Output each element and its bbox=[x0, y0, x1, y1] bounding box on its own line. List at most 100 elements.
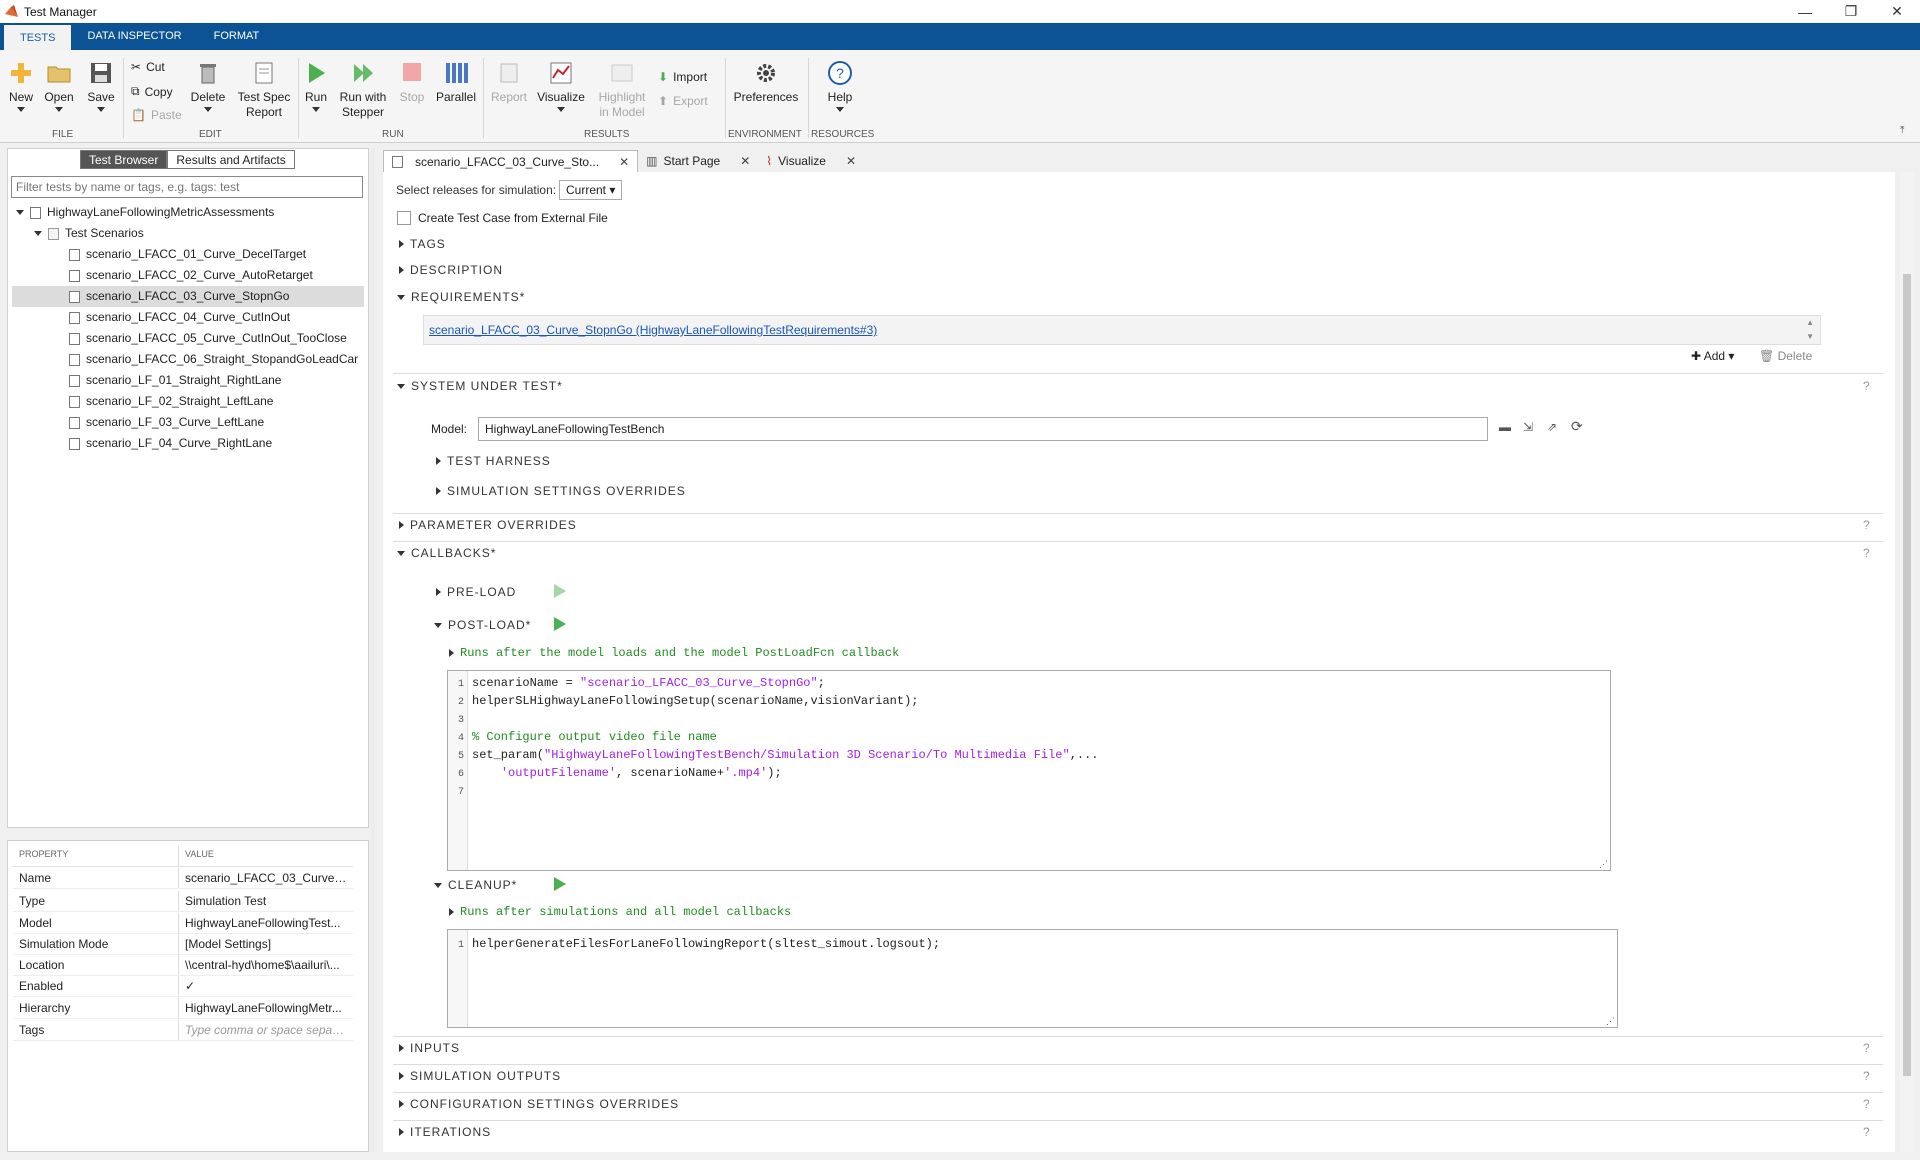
postload-code-editor[interactable]: 1 scenarioName = "scenario_LFACC_03_Curve… bbox=[447, 670, 1611, 871]
cleanup-hint[interactable]: Runs after simulations and all model cal… bbox=[449, 905, 791, 919]
release-select[interactable]: Current ▾ bbox=[559, 180, 623, 200]
editor-scrollbar[interactable] bbox=[1900, 172, 1914, 1152]
visualize-button[interactable]: Visualize bbox=[536, 60, 586, 112]
run-cleanup-icon[interactable] bbox=[554, 877, 566, 891]
stop-button[interactable]: Stop bbox=[395, 60, 429, 105]
section-sim-settings-overrides[interactable]: SIMULATION SETTINGS OVERRIDES bbox=[436, 484, 686, 498]
section-parameter-overrides[interactable]: PARAMETER OVERRIDES bbox=[399, 518, 577, 532]
section-pre-load[interactable]: PRE-LOAD bbox=[436, 585, 516, 599]
section-inputs[interactable]: INPUTS bbox=[399, 1041, 460, 1055]
help-icon[interactable]: ? bbox=[1863, 546, 1870, 560]
cleanup-code-editor[interactable]: 1 helperGenerateFilesForLaneFollowingRepo… bbox=[447, 929, 1618, 1028]
help-icon[interactable]: ? bbox=[1863, 1097, 1870, 1111]
save-button[interactable]: Save bbox=[86, 60, 116, 112]
add-requirement-button[interactable]: ✚ Add ▾ bbox=[1691, 349, 1734, 363]
doc-tab-test-case[interactable]: scenario_LFACC_03_Curve_Sto... ✕ bbox=[383, 150, 639, 172]
maximize-button[interactable]: ❐ bbox=[1828, 0, 1874, 23]
tab-test-browser[interactable]: Test Browser bbox=[80, 150, 168, 169]
tree-node-test-case-selected[interactable]: scenario_LFACC_03_Curve_StopnGo bbox=[12, 286, 364, 307]
parallel-button[interactable]: Parallel bbox=[436, 60, 476, 105]
test-spec-report-button[interactable]: Test Spec Report bbox=[236, 60, 292, 120]
scroll-down-icon[interactable]: ▼ bbox=[1806, 332, 1814, 341]
doc-tab-visualize[interactable]: ⌇ Visualize ✕ bbox=[758, 150, 864, 172]
tree-node-test-case[interactable]: scenario_LFACC_02_Curve_AutoRetarget bbox=[12, 265, 364, 286]
tree-node-test-file[interactable]: HighwayLaneFollowingMetricAssessments bbox=[12, 202, 364, 223]
use-current-model-icon[interactable]: ⇲ bbox=[1523, 420, 1533, 434]
new-button[interactable]: New bbox=[6, 60, 36, 112]
section-configuration-overrides[interactable]: CONFIGURATION SETTINGS OVERRIDES bbox=[399, 1097, 679, 1111]
section-simulation-outputs[interactable]: SIMULATION OUTPUTS bbox=[399, 1069, 561, 1083]
filter-tests-input[interactable] bbox=[11, 176, 363, 198]
external-file-checkbox[interactable] bbox=[397, 211, 411, 225]
matlab-logo-icon bbox=[5, 5, 18, 17]
export-button[interactable]: ⬆ Export bbox=[658, 94, 708, 108]
divider bbox=[393, 373, 1883, 374]
code-line: 1 helperGenerateFilesForLaneFollowingRepo… bbox=[457, 937, 941, 951]
help-icon[interactable]: ? bbox=[1863, 518, 1870, 532]
section-test-harness[interactable]: TEST HARNESS bbox=[436, 454, 551, 468]
tab-format[interactable]: FORMAT bbox=[198, 23, 276, 50]
collapse-ribbon-icon[interactable]: ⤒ bbox=[1900, 125, 1904, 136]
requirement-link[interactable]: scenario_LFACC_03_Curve_StopnGo (Highway… bbox=[429, 323, 877, 337]
refresh-icon[interactable]: ⟳ bbox=[1571, 418, 1583, 435]
highlight-in-model-button[interactable]: Highlight in Model bbox=[596, 60, 648, 120]
resize-grip-icon[interactable]: ⋰ bbox=[1599, 860, 1608, 870]
minimize-button[interactable]: — bbox=[1782, 0, 1828, 23]
import-button[interactable]: ⬇ Import bbox=[658, 70, 707, 84]
expand-caret-icon[interactable] bbox=[16, 210, 24, 215]
open-button[interactable]: Open bbox=[44, 60, 74, 112]
copy-button[interactable]: ⧉ Copy bbox=[131, 84, 173, 99]
run-button[interactable]: Run bbox=[302, 60, 330, 112]
tags-input[interactable]: Type comma or space separated tags bbox=[179, 1020, 353, 1040]
open-model-icon[interactable]: ⇗ bbox=[1547, 420, 1557, 434]
scroll-up-icon[interactable]: ▲ bbox=[1806, 318, 1814, 327]
section-callbacks[interactable]: CALLBACKS* bbox=[397, 546, 496, 560]
tree-node-test-case[interactable]: scenario_LF_04_Curve_RightLane bbox=[12, 433, 364, 454]
postload-hint[interactable]: Runs after the model loads and the model… bbox=[449, 646, 899, 660]
section-system-under-test[interactable]: SYSTEM UNDER TEST* bbox=[397, 379, 563, 393]
help-icon[interactable]: ? bbox=[1863, 379, 1870, 393]
section-post-load[interactable]: POST-LOAD* bbox=[434, 618, 531, 632]
section-cleanup[interactable]: CLEANUP* bbox=[434, 878, 517, 892]
run-preload-icon[interactable] bbox=[554, 584, 566, 598]
section-description[interactable]: DESCRIPTION bbox=[399, 263, 503, 277]
browse-folder-icon[interactable]: ▬ bbox=[1499, 420, 1511, 434]
tree-node-test-case[interactable]: scenario_LFACC_05_Curve_CutInOut_TooClos… bbox=[12, 328, 364, 349]
close-tab-icon[interactable]: ✕ bbox=[846, 154, 856, 168]
help-icon[interactable]: ? bbox=[1863, 1041, 1870, 1055]
scrollbar-thumb[interactable] bbox=[1903, 274, 1911, 1076]
help-icon[interactable]: ? bbox=[1863, 1069, 1870, 1083]
section-iterations[interactable]: ITERATIONS bbox=[399, 1125, 491, 1139]
paste-button[interactable]: 📋 Paste bbox=[131, 108, 182, 122]
tree-node-test-case[interactable]: scenario_LFACC_06_Straight_StopandGoLead… bbox=[12, 349, 364, 370]
run-postload-icon[interactable] bbox=[554, 617, 566, 631]
delete-button[interactable]: Delete bbox=[188, 60, 228, 112]
tab-tests[interactable]: TESTS bbox=[4, 23, 72, 50]
help-icon[interactable]: ? bbox=[1863, 1125, 1870, 1139]
report-button[interactable]: Report bbox=[488, 60, 530, 105]
model-field[interactable]: HighwayLaneFollowingTestBench bbox=[478, 417, 1488, 441]
tree-node-test-case[interactable]: scenario_LF_02_Straight_LeftLane bbox=[12, 391, 364, 412]
cut-button[interactable]: ✂ Cut bbox=[131, 60, 165, 74]
tree-node-test-case[interactable]: scenario_LF_01_Straight_RightLane bbox=[12, 370, 364, 391]
tab-data-inspector[interactable]: DATA INSPECTOR bbox=[71, 23, 197, 50]
tab-results-and-artifacts[interactable]: Results and Artifacts bbox=[167, 150, 295, 169]
doc-tab-start-page[interactable]: ▥ Start Page ✕ bbox=[638, 150, 758, 172]
pane-splitter[interactable] bbox=[371, 148, 375, 1152]
enabled-checkbox[interactable]: ✓ bbox=[179, 976, 353, 996]
tree-node-test-case[interactable]: scenario_LFACC_04_Curve_CutInOut bbox=[12, 307, 364, 328]
tree-node-test-case[interactable]: scenario_LF_03_Curve_LeftLane bbox=[12, 412, 364, 433]
resize-grip-icon[interactable]: ⋰ bbox=[1606, 1017, 1615, 1027]
help-button[interactable]: ? Help bbox=[822, 60, 858, 112]
close-tab-icon[interactable]: ✕ bbox=[619, 155, 629, 169]
expand-caret-icon[interactable] bbox=[34, 231, 42, 236]
preferences-button[interactable]: Preferences bbox=[733, 60, 799, 105]
close-tab-icon[interactable]: ✕ bbox=[740, 154, 750, 168]
tree-node-test-case[interactable]: scenario_LFACC_01_Curve_DecelTarget bbox=[12, 244, 364, 265]
section-requirements[interactable]: REQUIREMENTS* bbox=[397, 290, 525, 304]
run-with-stepper-button[interactable]: Run with Stepper bbox=[338, 60, 388, 120]
close-window-button[interactable]: ✕ bbox=[1874, 0, 1920, 23]
tree-node-test-suite[interactable]: Test Scenarios bbox=[12, 223, 364, 244]
section-tags[interactable]: TAGS bbox=[399, 237, 446, 251]
delete-requirement-button[interactable]: 🗑 Delete bbox=[1759, 349, 1812, 363]
